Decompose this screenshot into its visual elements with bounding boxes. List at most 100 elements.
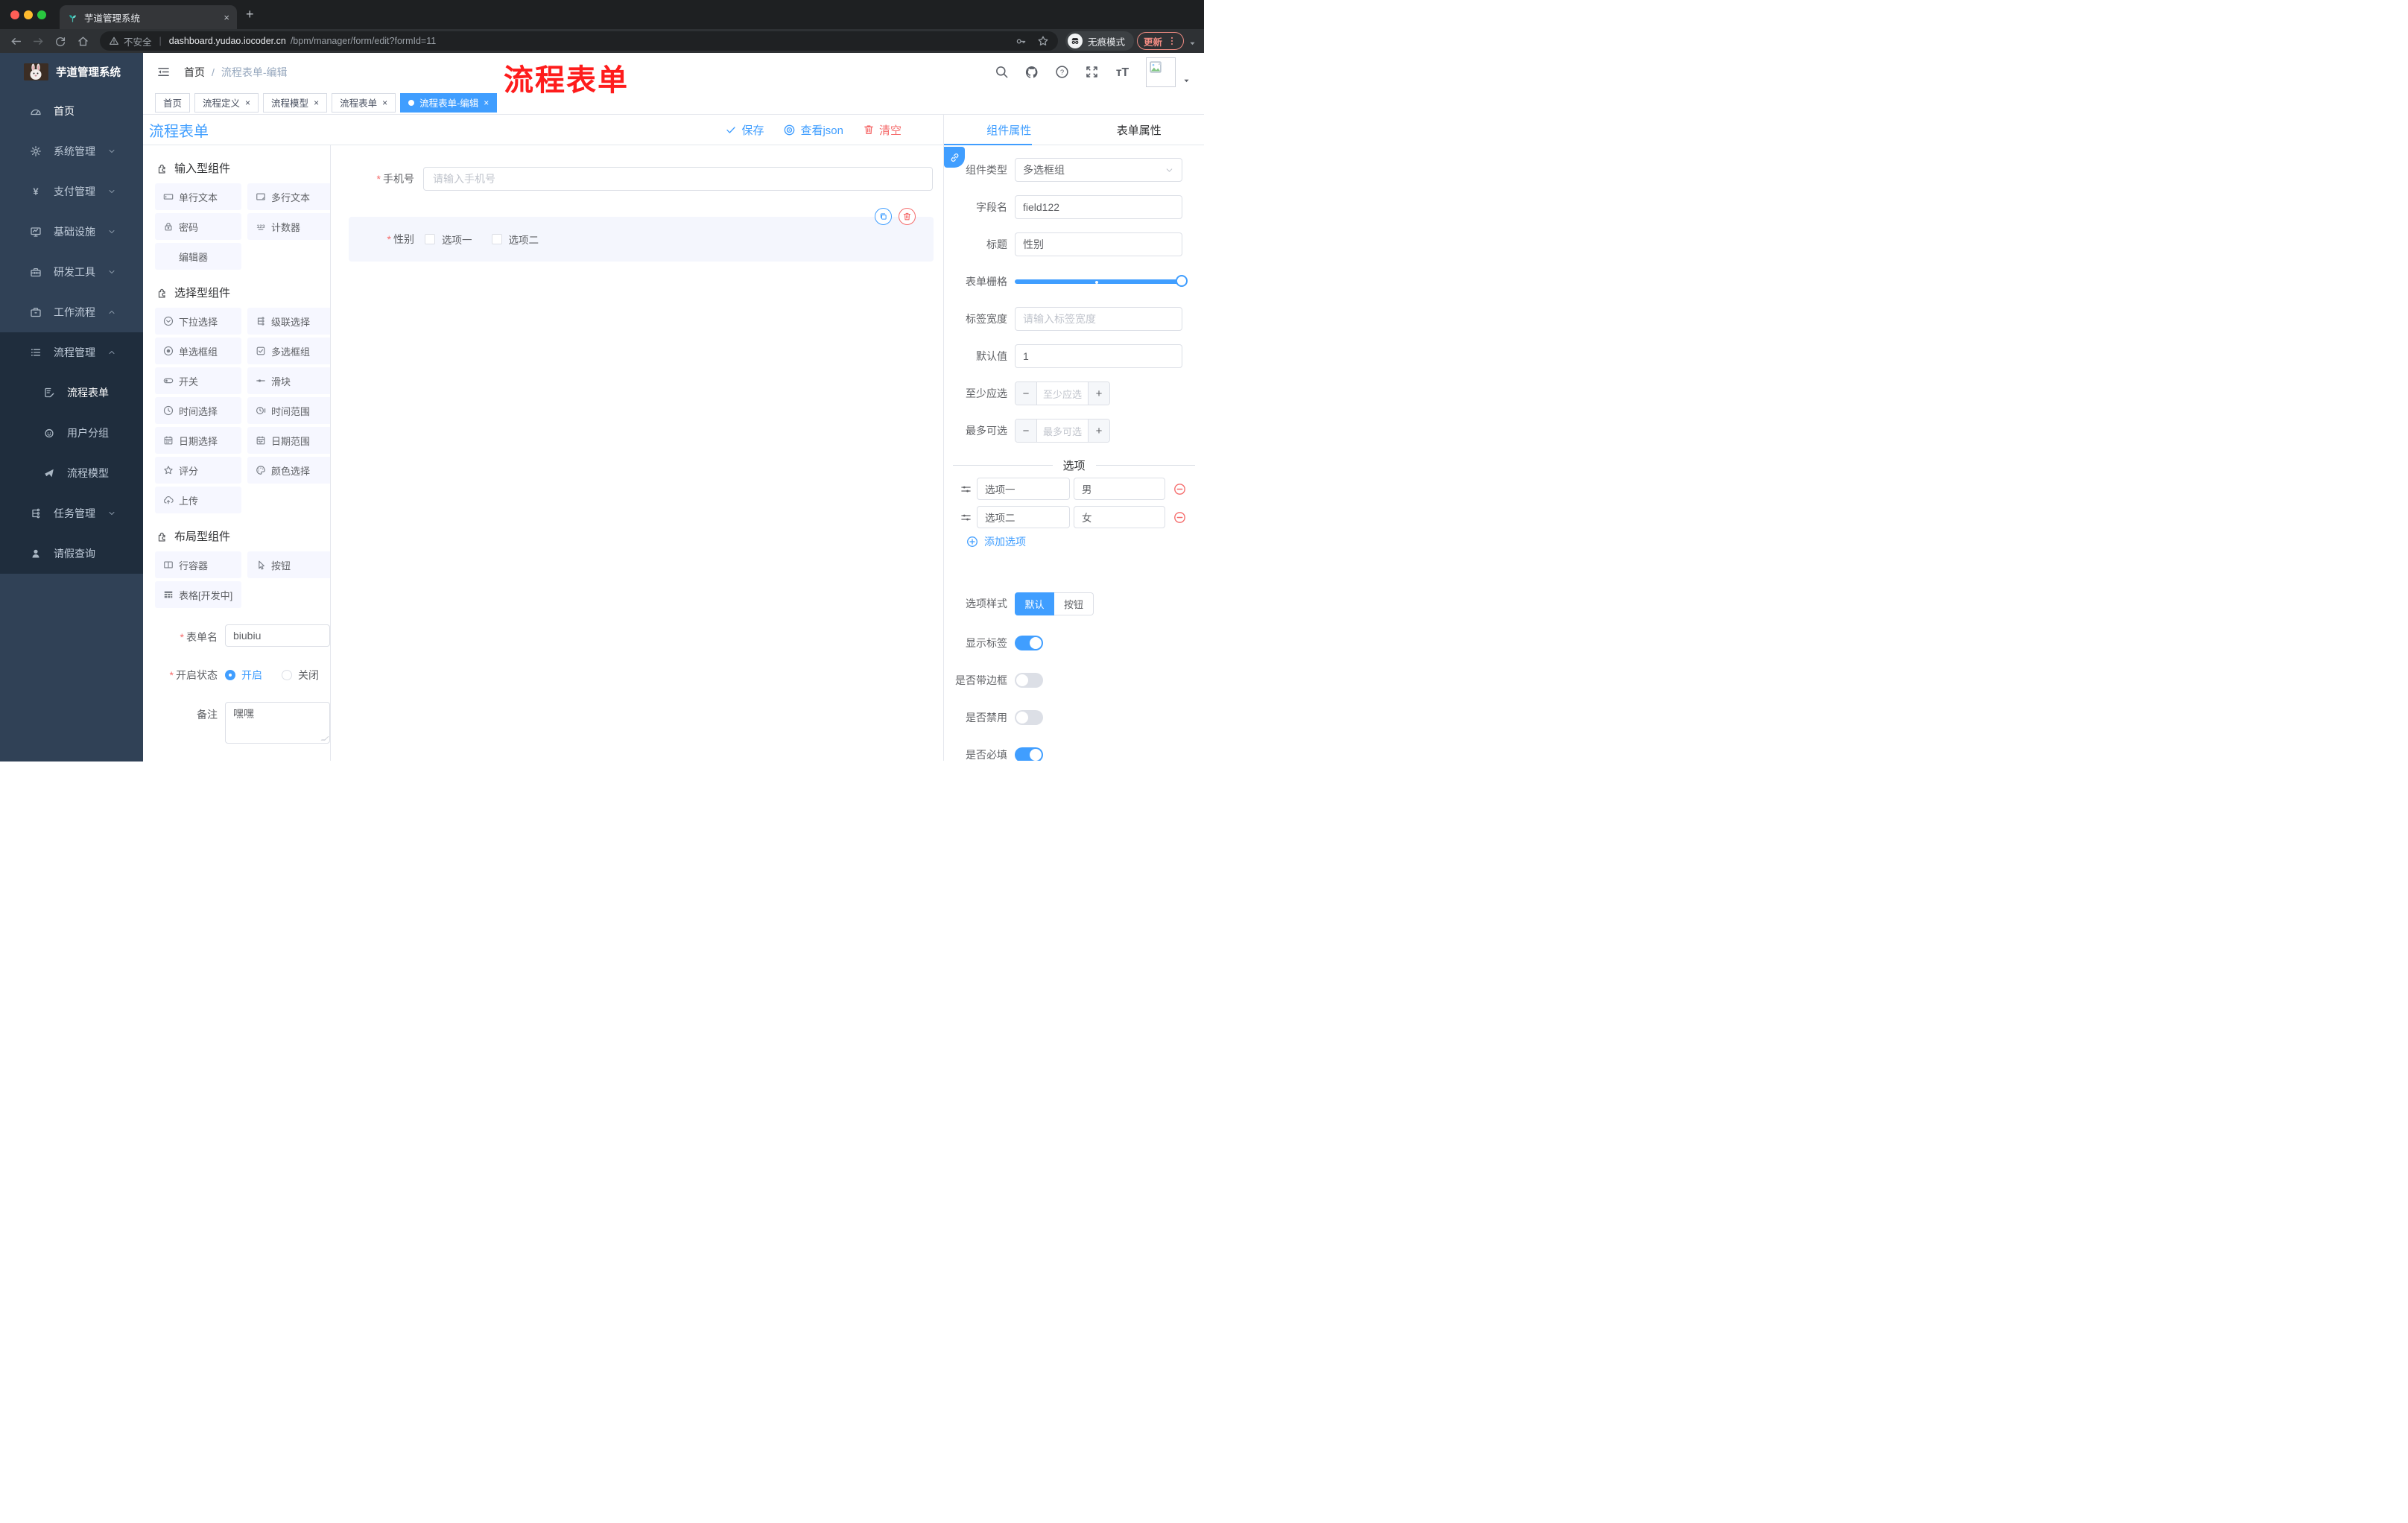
是否带边框-switch[interactable] [1015,673,1043,688]
forward-button[interactable] [28,34,48,48]
palette-item-计数器[interactable]: 计数器 [247,213,330,240]
sidebar-item-基础设施[interactable]: 基础设施 [0,212,143,252]
palette-item-上传[interactable]: 上传 [155,487,241,513]
route-tab-流程定义[interactable]: 流程定义 × [194,92,259,113]
copy-component-button[interactable] [875,208,892,225]
palette-item-评分[interactable]: 评分 [155,457,241,484]
route-tab-流程表单-编辑[interactable]: 流程表单-编辑 × [400,92,498,113]
palette-item-下拉选择[interactable]: 下拉选择 [155,308,241,335]
palette-item-表格[开发中][interactable]: 表格[开发中] [155,581,241,608]
是否必填-switch[interactable] [1015,747,1043,761]
palette-item-颜色选择[interactable]: 颜色选择 [247,457,330,484]
help-icon[interactable] [1055,65,1069,79]
gender-checkbox-选项二[interactable]: 选项二 [491,232,539,247]
bookmark-star-icon[interactable] [1037,35,1049,47]
sidebar-item-流程表单[interactable]: 流程表单 [0,373,143,413]
sidebar-item-系统管理[interactable]: 系统管理 [0,131,143,171]
new-tab-button[interactable]: + [246,7,254,21]
tab-close-icon[interactable]: × [382,98,387,108]
update-browser-button[interactable]: 更新 [1136,32,1184,50]
chrome-caret-down-icon[interactable] [1188,39,1197,48]
tab-close-icon[interactable]: × [224,12,229,23]
palette-item-按钮[interactable]: 按钮 [247,551,330,578]
github-icon[interactable] [1024,65,1039,80]
phone-input[interactable]: 请输入手机号 [423,167,933,191]
macos-zoom-button[interactable] [37,10,46,19]
palette-item-单行文本[interactable]: 单行文本 [155,183,241,210]
breadcrumb-home[interactable]: 首页 [184,65,205,80]
option-label-input[interactable]: 选项二 [977,506,1070,528]
tab-close-icon[interactable]: × [245,98,250,108]
palette-item-滑块[interactable]: 滑块 [247,367,330,394]
sidebar-item-请假查询[interactable]: 请假查询 [0,533,143,574]
palette-item-时间范围[interactable]: 时间范围 [247,397,330,424]
显示标签-switch[interactable] [1015,636,1043,650]
sidebar-item-工作流程[interactable]: 工作流程 [0,292,143,332]
reload-button[interactable] [51,34,70,47]
drag-handle-icon[interactable] [960,483,972,495]
gender-checkbox-选项一[interactable]: 选项一 [425,232,472,247]
decrease-button[interactable]: − [1016,382,1037,405]
tab-close-icon[interactable]: × [314,98,319,108]
sidebar-item-任务管理[interactable]: 任务管理 [0,493,143,533]
home-button[interactable] [73,34,92,48]
selected-gender-component[interactable]: * 性别 选项一 选项二 [349,208,934,262]
search-icon[interactable] [995,65,1009,79]
clear-button[interactable]: 清空 [863,122,902,138]
view-json-button[interactable]: 查看json [783,122,843,138]
collapse-sidebar-icon[interactable] [156,65,171,79]
fullscreen-icon[interactable] [1085,65,1099,79]
style-default-button[interactable]: 默认 [1015,592,1054,615]
route-tab-流程模型[interactable]: 流程模型 × [263,92,328,113]
increase-button[interactable]: + [1088,382,1109,405]
avatar[interactable] [1146,57,1176,87]
palette-item-时间选择[interactable]: 时间选择 [155,397,241,424]
palette-item-单选框组[interactable]: 单选框组 [155,338,241,364]
browser-menu-icon[interactable] [1167,36,1177,46]
sidebar-item-流程模型[interactable]: 流程模型 [0,453,143,493]
default-value-input[interactable]: 1 [1015,344,1182,368]
status-on-radio[interactable]: 开启 [225,668,262,683]
address-bar[interactable]: 不安全 | dashboard.yudao.iocoder.cn/bpm/man… [100,31,1058,51]
back-button[interactable] [6,34,25,48]
route-tab-流程表单[interactable]: 流程表单 × [332,92,396,113]
palette-item-行容器[interactable]: 行容器 [155,551,241,578]
checkbox-icon[interactable] [425,234,435,244]
checkbox-icon[interactable] [491,234,502,244]
avatar-caret-down-icon[interactable] [1182,77,1191,85]
sidebar-item-支付管理[interactable]: 支付管理 [0,171,143,212]
palette-item-开关[interactable]: 开关 [155,367,241,394]
palette-item-级联选择[interactable]: 级联选择 [247,308,330,335]
style-button-button[interactable]: 按钮 [1054,592,1094,615]
slider-handle[interactable] [1176,275,1188,287]
option-label-input[interactable]: 选项一 [977,478,1070,500]
min-select-input[interactable]: 至少应选 [1037,382,1088,405]
sidebar-item-研发工具[interactable]: 研发工具 [0,252,143,292]
form-grid-slider[interactable] [1015,270,1188,294]
title-input[interactable]: 性别 [1015,232,1182,256]
sidebar-item-首页[interactable]: 首页 [0,91,143,131]
save-button[interactable]: 保存 [725,122,764,138]
tab-component-props[interactable]: 组件属性 [944,115,1074,145]
macos-close-button[interactable] [10,10,19,19]
palette-item-日期选择[interactable]: 日期选择 [155,427,241,454]
password-key-icon[interactable] [1016,36,1027,47]
palette-item-密码[interactable]: 密码 [155,213,241,240]
browser-tab[interactable]: 芋道管理系统 × [60,5,237,29]
increase-button[interactable]: + [1088,419,1109,442]
font-size-icon[interactable] [1115,64,1130,80]
sidebar-item-用户分组[interactable]: 用户分组 [0,413,143,453]
status-off-radio[interactable]: 关闭 [282,668,319,683]
是否禁用-switch[interactable] [1015,710,1043,725]
remark-textarea[interactable]: 嘿嘿 [225,702,330,744]
remove-option-button[interactable] [1173,511,1186,524]
field-name-input[interactable]: field122 [1015,195,1182,219]
tab-form-props[interactable]: 表单属性 [1074,115,1205,145]
field-link-tag[interactable] [944,147,965,168]
palette-item-多行文本[interactable]: 多行文本 [247,183,330,210]
label-width-input[interactable]: 请输入标签宽度 [1015,307,1182,331]
drag-handle-icon[interactable] [960,511,972,524]
palette-item-编辑器[interactable]: 编辑器 [155,243,241,270]
palette-item-日期范围[interactable]: 日期范围 [247,427,330,454]
add-option-button[interactable]: 添加选项 [966,534,1204,549]
